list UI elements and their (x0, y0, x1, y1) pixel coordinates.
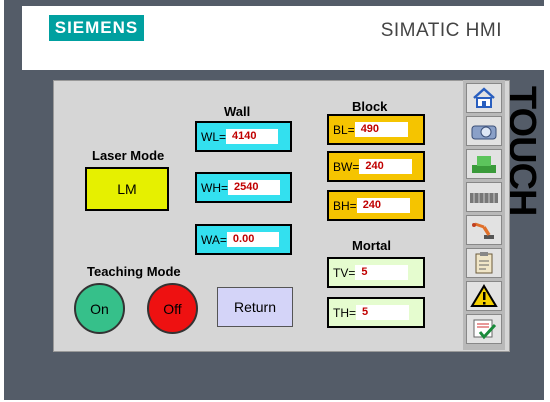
camera-icon (471, 125, 497, 140)
simatic-hmi-title: SIMATIC HMI (380, 20, 502, 41)
bh-field[interactable]: BH= 240 (327, 190, 425, 221)
wa-field[interactable]: WA= 0.00 (195, 224, 292, 255)
checklist-icon (473, 319, 497, 340)
wall-title: Wall (224, 104, 251, 119)
bl-label: BL= (333, 122, 355, 137)
tv-field[interactable]: TV= 5 (327, 257, 425, 288)
bh-value: 240 (356, 198, 410, 213)
wa-label: WA= (201, 232, 227, 247)
teaching-off-button[interactable]: Off (147, 283, 198, 334)
sidebar-home-button[interactable] (466, 83, 502, 113)
wl-field[interactable]: WL= 4140 (195, 121, 292, 152)
sidebar-camera-button[interactable] (466, 116, 502, 146)
sidebar-warning-button[interactable] (466, 281, 502, 311)
conveyor-icon (470, 193, 498, 203)
tv-label: TV= (333, 265, 356, 280)
robot-arm-icon (472, 222, 494, 239)
th-label: TH= (333, 305, 357, 320)
sidebar-conveyor-button[interactable] (466, 182, 502, 212)
wh-label: WH= (201, 180, 228, 195)
wa-value: 0.00 (226, 232, 279, 247)
bh-label: BH= (333, 198, 357, 213)
sidebar-clipboard-button[interactable] (466, 248, 502, 278)
wl-value: 4140 (226, 129, 279, 144)
machine-icon (472, 156, 496, 173)
wh-value: 2540 (228, 180, 280, 195)
wh-field[interactable]: WH= 2540 (195, 172, 292, 203)
lm-button[interactable]: LM (85, 167, 169, 211)
home-icon (473, 87, 495, 108)
clipboard-icon (475, 252, 493, 274)
hmi-panel: SIEMENS SIMATIC HMI TOUCH Wall WL= 4140 … (4, 0, 544, 400)
teaching-mode-title: Teaching Mode (87, 264, 181, 279)
bw-value: 240 (359, 159, 413, 174)
wl-label: WL= (201, 129, 227, 144)
block-title: Block (352, 99, 388, 114)
sidebar-robot-button[interactable] (466, 215, 502, 245)
tv-value: 5 (355, 265, 409, 280)
sidebar-machine-button[interactable] (466, 149, 502, 179)
teaching-on-button[interactable]: On (74, 283, 125, 334)
bl-field[interactable]: BL= 490 (327, 114, 425, 145)
sidebar (463, 80, 505, 350)
bw-field[interactable]: BW= 240 (327, 151, 425, 182)
th-value: 5 (356, 305, 410, 320)
return-button[interactable]: Return (217, 287, 293, 327)
bw-label: BW= (333, 159, 360, 174)
laser-mode-title: Laser Mode (92, 148, 165, 163)
bl-value: 490 (354, 122, 408, 137)
mortal-title: Mortal (352, 238, 391, 253)
sidebar-checklist-button[interactable] (466, 314, 502, 344)
siemens-logo: SIEMENS (49, 15, 144, 41)
warning-icon (470, 284, 498, 307)
hmi-screen: Wall WL= 4140 WH= 2540 WA= 0.00 Block BL… (53, 80, 510, 352)
th-field[interactable]: TH= 5 (327, 297, 425, 328)
